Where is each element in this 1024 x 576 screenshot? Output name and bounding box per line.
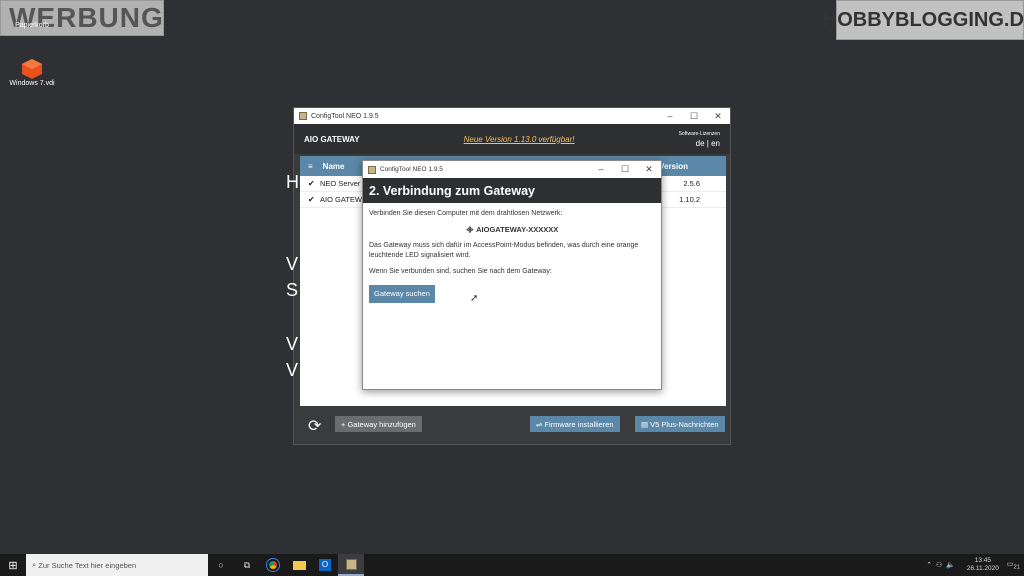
usb-icon: ⇌ [536,419,545,429]
windows-start-icon[interactable]: ⊞ [0,554,26,576]
vdi-file-icon [22,59,42,79]
bottom-toolbar: ⟳ + Gateway hinzufügen ⇌ Firmware instal… [294,414,730,436]
lang-separator: | [706,139,709,148]
col-version: Version [659,161,688,171]
taskbar: ⊞ ⌕ Zur Suche Text hier eingeben ○ ⧉ O ⌃… [0,554,1024,576]
maximize-button[interactable]: ☐ [682,111,706,122]
license-link[interactable]: Software-Lizenzen [679,130,720,139]
close-button[interactable]: ✕ [706,111,730,122]
check-icon: ✔ [308,179,315,188]
volume-icon[interactable]: 🔈 [946,561,959,569]
app-icon [299,112,307,120]
document-icon: ▤ [641,419,651,429]
notification-count: 21 [1013,564,1020,571]
dialog-titlebar: ConfigTool NEO 1.9.5 – ☐ ✕ [363,161,661,178]
desktop-icon-label: Windows 7.vdi [9,80,55,87]
search-gateway-button[interactable]: Gateway suchen [369,285,435,303]
col-name: Name [322,161,345,171]
file-explorer-icon[interactable] [286,554,312,576]
hobbyblogging-overlay: HOBBYBLOGGING.DE [823,0,1024,40]
notification-icon[interactable]: ▭21 [1007,560,1020,570]
check-icon: ✔ [308,195,315,204]
accesspoint-text: Das Gateway muss sich dafür im AccessPoi… [369,242,639,259]
desktop-icon-label: Papierkorb [15,22,49,29]
system-tray: ⌃ ⚇ 🔈 13:45 26.11.2020 ▭21 [926,557,1024,573]
dialog-title: ConfigTool NEO 1.9.5 [380,166,443,173]
search-placeholder: Zur Suche Text hier eingeben [38,560,137,570]
add-gateway-label: Gateway hinzufügen [347,419,416,429]
taskbar-search-input[interactable]: ⌕ Zur Suche Text hier eingeben [26,554,208,576]
row-version: 1.10.2 [679,195,700,204]
background-text: V [286,334,299,354]
add-gateway-button[interactable]: + Gateway hinzufügen [335,416,422,432]
brand-label: AIO GATEWAY [304,134,360,144]
clock-date: 26.11.2020 [966,565,999,572]
chevron-up-icon[interactable]: ⌃ [926,561,936,569]
language-switch: de | en [696,139,720,148]
dialog-heading: 2. Verbindung zum Gateway [363,178,661,203]
main-window-title: ConfigTool NEO 1.9.5 [311,112,379,120]
search-instruction-text: Wenn Sie verbunden sind, suchen Sie nach… [369,268,552,275]
install-firmware-button[interactable]: ⇌ Firmware installieren [530,416,620,432]
network-icon[interactable]: ⚇ [936,561,946,569]
clock-time: 13:45 [974,557,991,564]
app-header: AIO GATEWAY Neue Version 1.13.0 verfügba… [294,124,730,154]
ssid-label: ᯽ AIOGATEWAY-XXXXXX [369,225,655,235]
row-version: 2.5.6 [683,179,700,188]
minimize-button[interactable]: – [658,111,682,122]
configtool-taskbar-icon[interactable] [338,554,364,576]
mouse-cursor-icon: ➚ [470,293,479,304]
close-button[interactable]: ✕ [637,164,661,175]
row-name: NEO Server [320,179,361,188]
task-view-icon[interactable]: ⧉ [234,554,260,576]
minimize-button[interactable]: – [589,164,613,175]
desktop-icon-recycle-bin[interactable]: Papierkorb [2,22,62,29]
app-icon [368,165,376,174]
lang-de[interactable]: de [696,139,705,148]
main-window-titlebar: ConfigTool NEO 1.9.5 – ☐ ✕ [294,108,730,124]
ssid-text: AIOGATEWAY-XXXXXX [476,225,559,234]
connect-dialog: ConfigTool NEO 1.9.5 – ☐ ✕ 2. Verbindung… [362,160,662,390]
background-text: V [286,360,299,380]
news-button[interactable]: ▤ V5 Plus-Nachrichten [635,416,725,432]
news-label: V5 Plus-Nachrichten [650,419,719,429]
background-text: V [286,254,299,274]
cortana-icon[interactable]: ○ [208,554,234,576]
dialog-body: Verbinden Sie diesen Computer mit dem dr… [363,203,661,309]
update-link[interactable]: Neue Version 1.13.0 verfügbar! [464,135,575,144]
maximize-button[interactable]: ☐ [613,164,637,175]
firmware-label: Firmware installieren [544,419,614,429]
hamburger-menu-icon[interactable]: ≡ [308,162,313,171]
background-text: S [286,280,299,300]
instruction-text: Verbinden Sie diesen Computer mit dem dr… [369,210,563,217]
clock[interactable]: 13:45 26.11.2020 [967,557,999,573]
desktop-icon-vdi[interactable]: Windows 7.vdi [2,58,62,87]
werbung-overlay: WERBUNG [0,0,164,36]
lang-en[interactable]: en [711,139,720,148]
chrome-icon[interactable] [260,554,286,576]
wifi-icon: ᯽ [465,225,477,234]
background-text: H [286,172,299,192]
refresh-icon[interactable]: ⟳ [308,416,321,436]
outlook-icon[interactable]: O [312,554,338,576]
